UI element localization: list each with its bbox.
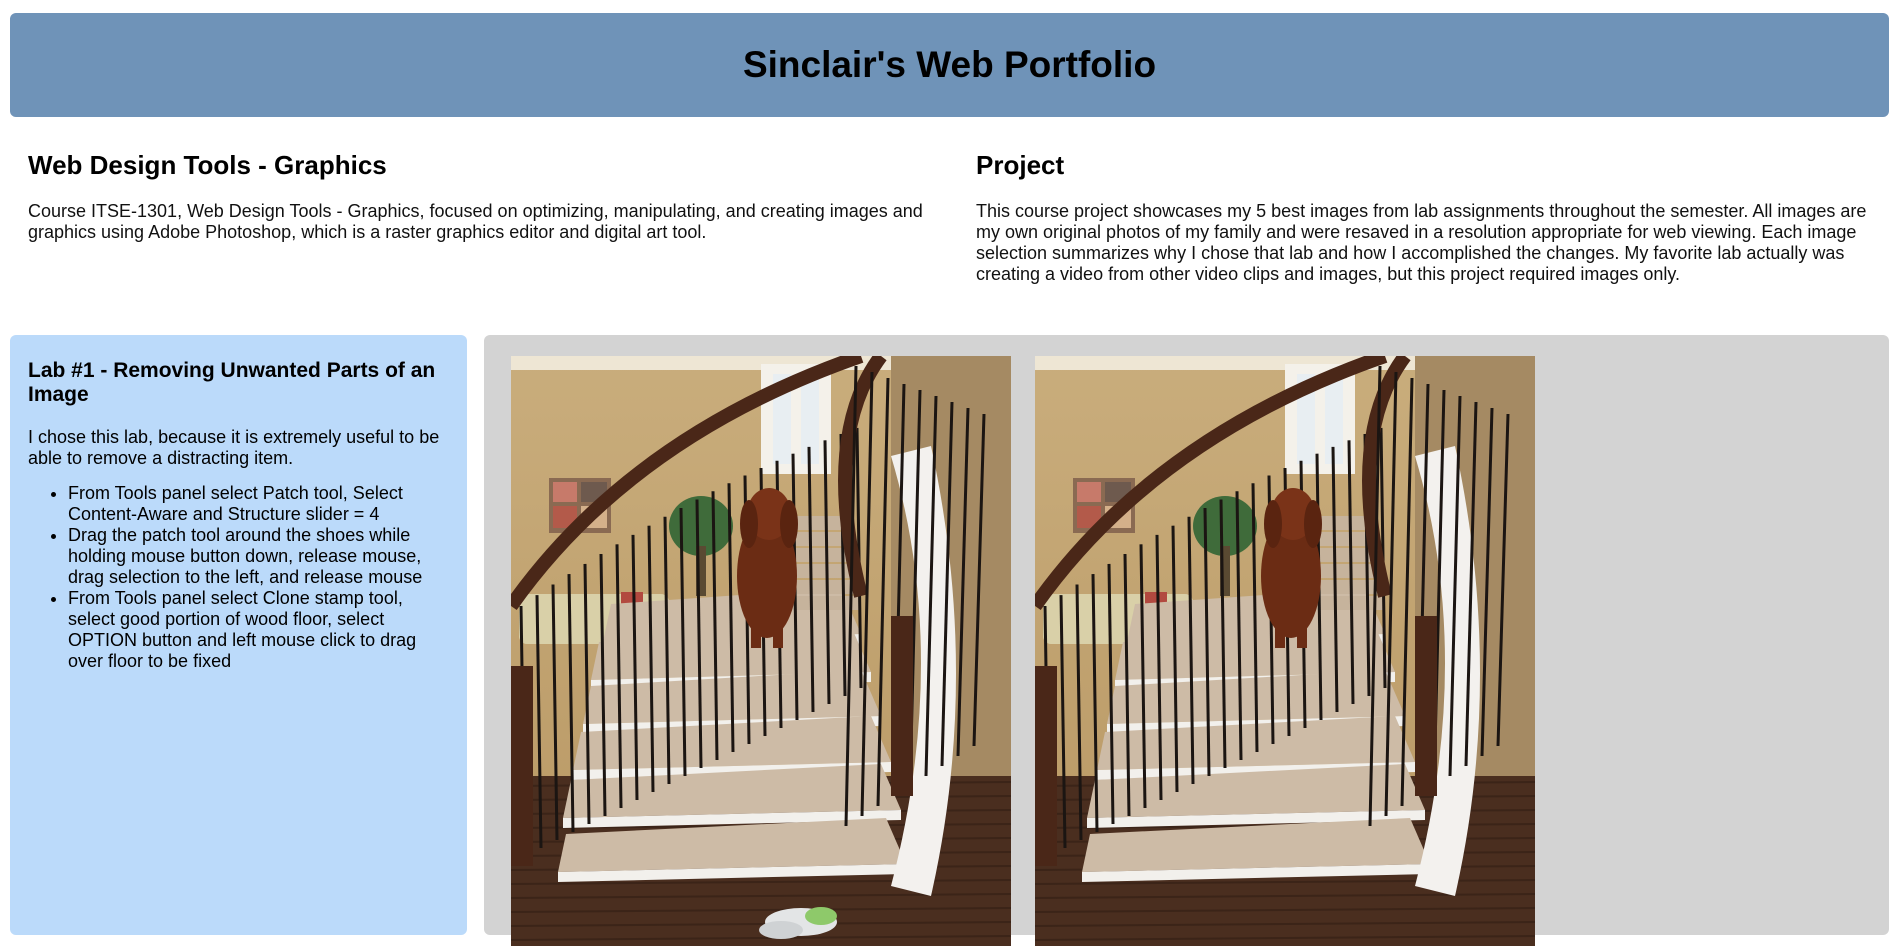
course-intro: Web Design Tools - Graphics Course ITSE-… xyxy=(28,150,928,243)
lab-step: From Tools panel select Patch tool, Sele… xyxy=(68,483,449,525)
course-description: Course ITSE-1301, Web Design Tools - Gra… xyxy=(28,201,923,242)
course-heading: Web Design Tools - Graphics xyxy=(28,150,387,180)
lab-steps: From Tools panel select Patch tool, Sele… xyxy=(28,483,449,672)
lab-step: Drag the patch tool around the shoes whi… xyxy=(68,525,449,588)
project-heading: Project xyxy=(976,150,1065,180)
project-intro: Project This course project showcases my… xyxy=(976,150,1876,285)
after-photo xyxy=(1035,356,1535,946)
image-gallery xyxy=(484,335,1889,946)
before-photo xyxy=(511,356,1011,946)
lab-reason: I chose this lab, because it is extremel… xyxy=(28,427,440,468)
lab-title: Lab #1 - Removing Unwanted Parts of an I… xyxy=(28,359,436,406)
site-header: Sinclair's Web Portfolio xyxy=(10,13,1889,117)
lab-sidebar: Lab #1 - Removing Unwanted Parts of an I… xyxy=(10,335,467,935)
project-description: This course project showcases my 5 best … xyxy=(976,201,1867,284)
lab-step: From Tools panel select Clone stamp tool… xyxy=(68,588,449,672)
site-title: Sinclair's Web Portfolio xyxy=(742,44,1157,85)
